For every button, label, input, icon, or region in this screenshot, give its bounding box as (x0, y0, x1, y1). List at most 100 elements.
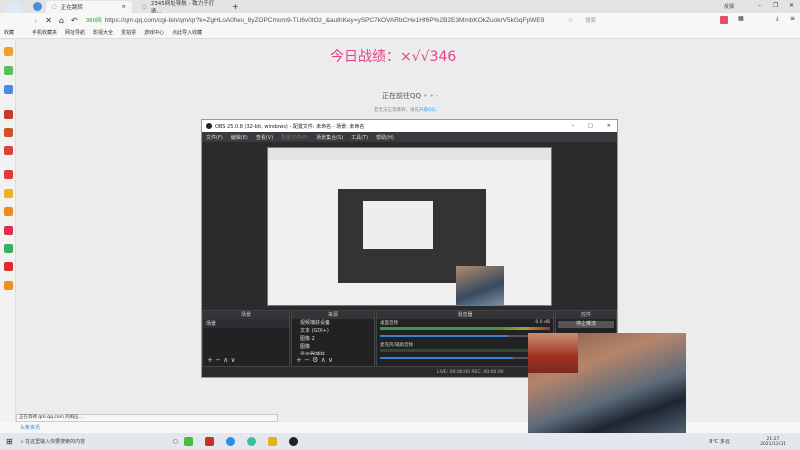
obs-icon[interactable] (288, 437, 298, 446)
windows-start-icon[interactable]: ⊞ (6, 437, 13, 446)
obs-minimize-button[interactable]: – (572, 123, 575, 129)
tab-bar: 登录 ◌正在跳转× ◌2345网址导航 - 致力于打造... + 反馈 – ❐ … (0, 0, 800, 24)
clock[interactable]: 21:27 2021/12/31 (760, 437, 786, 447)
sidebar-app-icon[interactable] (4, 226, 13, 235)
browser-status: 正在等待 qm.qq.com 的响应... (16, 414, 278, 422)
star-icon[interactable]: ☆ (568, 17, 573, 24)
source-controls[interactable]: + − ⚙ ∧ ∨ (296, 356, 333, 364)
sidebar-app-icon[interactable] (4, 207, 13, 216)
source-item[interactable]: 图像 2 (300, 335, 374, 343)
url-text: https://qm.qq.com/cgi-bin/qm/qr?k=ZgHLoA… (104, 16, 545, 24)
stop-icon[interactable]: ✕ (45, 16, 52, 25)
close-button[interactable]: ✕ (789, 2, 794, 9)
taskbar: ⊞ ⌕ 在这里输入你要搜索的内容 ○ 8°C 多云 21:27 2021/12/3… (0, 433, 800, 450)
back-icon[interactable]: ‹ (34, 16, 37, 25)
address-input[interactable]: 360网 https://qm.qq.com/cgi-bin/qm/qr?k=Z… (85, 16, 562, 25)
mixer-track: 桌面音频 -0.0 dB (380, 320, 550, 326)
taskbar-app-icon[interactable] (183, 437, 193, 446)
weather[interactable]: 8°C 多云 (709, 438, 730, 445)
news-bar[interactable]: 头条资讯 (0, 422, 528, 433)
scenes-dock: 场景 场景 + − ∧ ∨ (202, 310, 290, 367)
sidebar-app-icon[interactable] (4, 189, 13, 198)
bookmarks-bar: 收藏 手机收藏夹 网址导航 影视大全 爱拍票 游戏中心 点此导入收藏 (0, 27, 800, 39)
sidebar-app-icon[interactable] (4, 128, 13, 137)
taskbar-search[interactable]: ⌕ 在这里输入你要搜索的内容 (21, 438, 161, 445)
source-item[interactable]: 文本 (GDI+) (300, 327, 374, 335)
bookmark-item[interactable]: 游戏中心 (144, 29, 164, 36)
hint-text: 若无法正常跳转，请先升级QQ。 (374, 108, 440, 113)
score-title: 今日战绩：×√√346 (330, 49, 457, 65)
bookmark-item[interactable]: 影视大全 (93, 29, 113, 36)
obs-close-button[interactable]: ✕ (607, 123, 611, 129)
restore-button[interactable]: ❐ (773, 2, 778, 9)
browser-logo-icon[interactable] (33, 2, 42, 11)
obs-title-bar: OBS 25.0.8 (32-bit, windows) - 配置文件: 未命名… (202, 120, 617, 132)
tab-2345[interactable]: ◌ 2345网址导航 - 致力于打造... (136, 1, 226, 15)
bookmark-item[interactable]: 点此导入收藏 (172, 29, 202, 36)
menu-file[interactable]: 文件(F) (206, 134, 223, 141)
sidebar-app-icon[interactable] (4, 47, 13, 56)
loading-icon: ◌ (142, 4, 147, 10)
file-explorer-icon[interactable] (267, 437, 277, 446)
feedback-button[interactable]: 反馈 (724, 3, 734, 10)
browser-360-icon[interactable] (246, 437, 256, 446)
grid-icon[interactable]: ▦ (738, 15, 744, 22)
bookmark-item[interactable]: 收藏 (4, 29, 14, 36)
source-item[interactable]: 图像 (300, 343, 374, 351)
address-bar-row: ‹ ✕ ⌂ ↶ 360网 https://qm.qq.com/cgi-bin/q… (0, 13, 800, 27)
nested-webcam (456, 266, 504, 305)
edge-icon[interactable] (225, 437, 235, 446)
obs-status-bar: LIVE: 00:00:00 REC: 00:00:00 (437, 370, 504, 375)
sidebar-app-icon[interactable] (4, 281, 13, 290)
obs-maximize-button[interactable]: □ (588, 123, 593, 129)
scene-item[interactable]: 场景 (203, 319, 289, 328)
sidebar-app-icon[interactable] (4, 244, 13, 253)
source-item[interactable]: 视频捕获设备 (300, 319, 374, 327)
menu-icon[interactable]: ≡ (790, 15, 795, 22)
upgrade-qq-link[interactable]: 升级QQ。 (419, 108, 440, 113)
secure-badge: 360网 (85, 18, 102, 24)
nested-preview (363, 201, 433, 249)
source-item[interactable]: 显示器捕获 (300, 351, 374, 355)
cortana-icon[interactable]: ○ (173, 438, 178, 445)
new-tab-button[interactable]: + (232, 2, 239, 11)
menu-profile[interactable]: 配置文件(P) (281, 134, 308, 141)
menu-view[interactable]: 查看(V) (256, 134, 273, 141)
menu-help[interactable]: 帮助(H) (376, 134, 394, 141)
scene-controls[interactable]: + − ∧ ∨ (207, 356, 236, 364)
going-text: 正在前往QQ • • · (382, 92, 439, 100)
undo-icon[interactable]: ↶ (71, 16, 78, 25)
loading-icon: ◌ (52, 4, 57, 10)
bookmark-item[interactable]: 爱拍票 (121, 29, 136, 36)
home-icon[interactable]: ⌂ (59, 16, 64, 25)
obs-logo-icon (206, 123, 212, 129)
download-icon[interactable]: ⤓ (776, 15, 779, 23)
taskbar-app-icon[interactable] (204, 437, 214, 446)
audio-meter (380, 327, 550, 330)
menu-edit[interactable]: 编辑(E) (231, 134, 248, 141)
sidebar-app-icon[interactable] (4, 262, 13, 271)
menu-tools[interactable]: 工具(T) (351, 134, 368, 141)
menu-scene-collection[interactable]: 场景集合(S) (316, 134, 343, 141)
stop-streaming-button[interactable]: 停止推流 (558, 321, 614, 328)
volume-slider[interactable] (380, 335, 550, 337)
audio-meter (380, 349, 550, 352)
volume-slider[interactable] (380, 357, 550, 359)
sidebar-app-icon[interactable] (4, 85, 13, 94)
sidebar-app-icon[interactable] (4, 110, 13, 119)
tab-redirecting[interactable]: ◌ 正在跳转 × (46, 1, 132, 13)
close-tab-icon[interactable]: × (121, 4, 126, 10)
minimize-button[interactable]: – (758, 2, 761, 9)
sources-dock: 来源 视频捕获设备 文本 (GDI+) 图像 2 图像 显示器捕获 + − ⚙ … (291, 310, 375, 367)
obs-title: OBS 25.0.8 (32-bit, windows) - 配置文件: 未命名… (215, 123, 365, 130)
webcam-poster (528, 333, 578, 373)
sidebar-app-icon[interactable] (4, 146, 13, 155)
bookmark-item[interactable]: 网址导航 (65, 29, 85, 36)
bookmark-item[interactable]: 手机收藏夹 (32, 29, 57, 36)
app-icon[interactable] (720, 16, 728, 24)
dock-title: 混音器 (377, 311, 553, 319)
search-input[interactable]: 搜索 (585, 15, 705, 25)
preview-canvas[interactable] (267, 147, 552, 306)
sidebar-app-icon[interactable] (4, 170, 13, 179)
sidebar-app-icon[interactable] (4, 66, 13, 75)
